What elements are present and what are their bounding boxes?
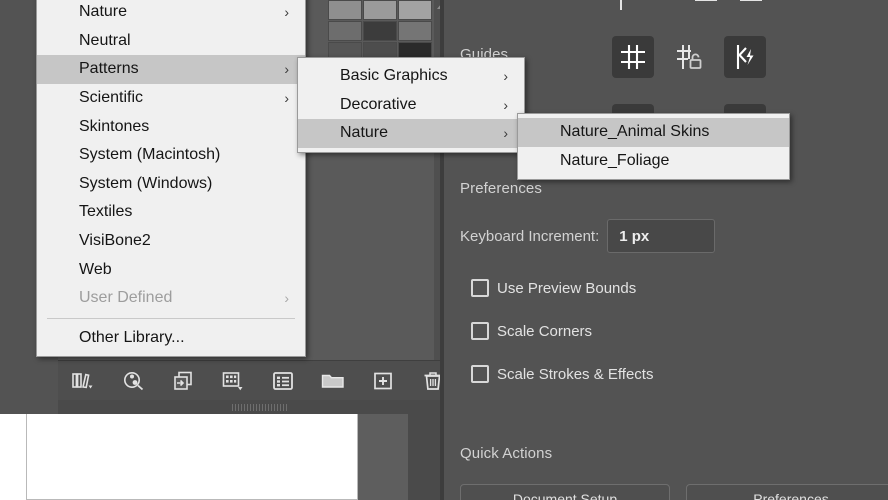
chevron-right-icon: › — [284, 62, 289, 76]
menu-item-label: Basic Graphics — [340, 67, 448, 85]
chevron-right-icon: › — [503, 126, 508, 140]
chevron-right-icon: › — [284, 5, 289, 19]
distribute-icon-b[interactable] — [730, 0, 772, 20]
chevron-right-icon: › — [503, 98, 508, 112]
menu-item-label: Decorative — [340, 96, 416, 114]
menu-item-skintones[interactable]: Skintones — [37, 112, 305, 141]
menu-item-nature[interactable]: Nature › — [298, 119, 524, 148]
chevron-right-icon: › — [284, 91, 289, 105]
document-canvas[interactable] — [26, 414, 358, 500]
show-swatch-kinds-icon[interactable] — [108, 361, 158, 401]
menu-item-label: Scientific — [79, 89, 143, 107]
swatch-cell[interactable] — [363, 21, 397, 41]
menu-item-label: Web — [79, 261, 112, 279]
align-options-icon[interactable] — [600, 0, 642, 22]
checkbox-use-preview-bounds[interactable]: Use Preview Bounds — [471, 279, 636, 297]
quick-actions-label: Quick Actions — [460, 445, 552, 462]
canvas-side-a — [358, 414, 408, 500]
swatch-cell[interactable] — [328, 0, 362, 20]
folder-icon[interactable] — [308, 361, 358, 401]
patterns-submenu[interactable]: Basic Graphics › Decorative › Nature › — [297, 57, 525, 153]
menu-item-label: Nature_Animal Skins — [560, 123, 709, 141]
menu-item-nature[interactable]: Nature › — [37, 0, 305, 27]
checkbox-box-icon[interactable] — [471, 365, 489, 383]
swatch-grid[interactable] — [328, 0, 434, 62]
checkbox-label: Scale Corners — [497, 323, 592, 340]
checkbox-scale-corners[interactable]: Scale Corners — [471, 322, 592, 340]
keyboard-increment-row: Keyboard Increment: 1 px — [460, 219, 715, 253]
menu-item-web[interactable]: Web — [37, 255, 305, 284]
list-view-icon[interactable] — [258, 361, 308, 401]
menu-item-system-windows[interactable]: System (Windows) — [37, 170, 305, 199]
menu-item-decorative[interactable]: Decorative › — [298, 91, 524, 120]
panel-left-strip-inner — [0, 0, 22, 414]
preferences-button[interactable]: Preferences — [686, 484, 888, 500]
grip-dots-icon — [232, 404, 288, 411]
menu-item-label: Nature — [340, 124, 388, 142]
swatch-options-icon[interactable] — [158, 361, 208, 401]
canvas-side-b — [408, 414, 440, 500]
menu-item-label: Nature_Foliage — [560, 152, 669, 170]
menu-item-label: Textiles — [79, 203, 132, 221]
document-setup-button[interactable]: Document Setup — [460, 484, 670, 500]
menu-item-textiles[interactable]: Textiles — [37, 198, 305, 227]
smart-guides-icon[interactable] — [724, 36, 766, 78]
menu-item-patterns[interactable]: Patterns › — [37, 55, 305, 84]
swatch-cell[interactable] — [328, 21, 362, 41]
panel-resize-grip[interactable] — [58, 400, 462, 414]
menu-item-basic-graphics[interactable]: Basic Graphics › — [298, 62, 524, 91]
swatches-toolbar — [58, 360, 462, 400]
checkbox-box-icon[interactable] — [471, 279, 489, 297]
menu-item-user-defined: User Defined › — [37, 284, 305, 313]
canvas-white-left — [0, 414, 26, 500]
menu-item-label: Other Library... — [79, 329, 185, 347]
chevron-right-icon: › — [284, 291, 289, 305]
swatch-cell[interactable] — [398, 21, 432, 41]
swatch-cell[interactable] — [363, 0, 397, 20]
menu-item-label: System (Windows) — [79, 175, 212, 193]
keyboard-increment-input[interactable]: 1 px — [607, 219, 715, 253]
menu-item-visibone2[interactable]: VisiBone2 — [37, 227, 305, 256]
swatch-libraries-menu-icon[interactable] — [58, 361, 108, 401]
menu-separator — [47, 318, 295, 319]
menu-item-label: User Defined — [79, 289, 172, 307]
menu-item-label: Neutral — [79, 32, 131, 50]
lock-guides-icon[interactable] — [668, 36, 710, 78]
new-swatch-icon[interactable] — [358, 361, 408, 401]
distribute-icon-a[interactable] — [685, 0, 727, 20]
menu-item-label: Nature — [79, 3, 127, 21]
swatch-libraries-menu[interactable]: Nature › Neutral Patterns › Scientific › Skinto… — [36, 0, 306, 357]
nature-submenu[interactable]: Nature_Animal Skins Nature_Foliage — [517, 113, 790, 180]
chevron-right-icon: › — [503, 69, 508, 83]
keyboard-increment-label: Keyboard Increment: — [460, 228, 599, 245]
menu-item-label: Skintones — [79, 118, 149, 136]
menu-item-system-macintosh[interactable]: System (Macintosh) — [37, 141, 305, 170]
menu-item-scientific[interactable]: Scientific › — [37, 84, 305, 113]
checkbox-scale-strokes-effects[interactable]: Scale Strokes & Effects — [471, 365, 653, 383]
preferences-label: Preferences — [460, 180, 542, 197]
show-guides-icon[interactable] — [612, 36, 654, 78]
menu-item-other-library[interactable]: Other Library... — [37, 324, 305, 353]
menu-item-neutral[interactable]: Neutral — [37, 27, 305, 56]
menu-item-nature-animal-skins[interactable]: Nature_Animal Skins — [518, 118, 789, 147]
checkbox-label: Scale Strokes & Effects — [497, 366, 653, 383]
menu-item-nature-foliage[interactable]: Nature_Foliage — [518, 147, 789, 176]
menu-item-label: System (Macintosh) — [79, 146, 220, 164]
menu-item-label: Patterns — [79, 60, 139, 78]
checkbox-box-icon[interactable] — [471, 322, 489, 340]
menu-item-label: VisiBone2 — [79, 232, 151, 250]
checkbox-label: Use Preview Bounds — [497, 280, 636, 297]
new-color-group-icon[interactable] — [208, 361, 258, 401]
swatch-cell[interactable] — [398, 0, 432, 20]
app-root: Guides — [0, 0, 888, 500]
